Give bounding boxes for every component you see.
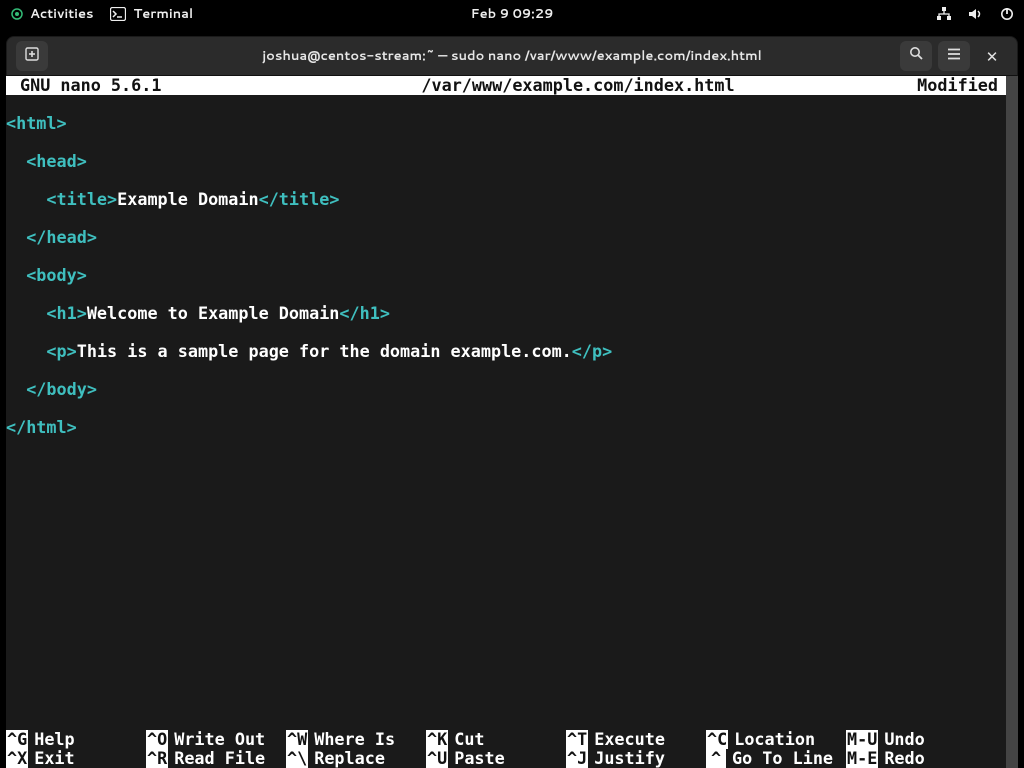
shortcut-label: Redo	[878, 749, 924, 768]
shortcut-label: Execute	[588, 730, 665, 749]
code: </h1>	[339, 303, 390, 323]
clock-label: Feb 9 09:29	[471, 5, 554, 23]
code: </html>	[6, 417, 77, 437]
code: <head>	[6, 151, 87, 171]
shortcut-label: Replace	[308, 749, 385, 768]
nano-shortcut-bar: ^GHelp ^OWrite Out ^WWhere Is ^KCut ^TEx…	[6, 730, 994, 768]
activities-label: Activities	[30, 5, 94, 23]
terminal-icon	[110, 7, 126, 21]
code: <body>	[6, 265, 87, 285]
shortcut-key: ^K	[426, 730, 448, 749]
clock[interactable]: Feb 9 09:29	[471, 5, 554, 23]
volume-icon	[968, 7, 984, 21]
code: <p>	[6, 341, 77, 361]
shortcut-label: Exit	[28, 749, 74, 768]
close-button[interactable]: ✕	[976, 41, 1008, 71]
shortcut-label: Undo	[878, 730, 924, 749]
hamburger-icon	[947, 47, 961, 65]
shortcut-key: ^J	[566, 749, 588, 768]
gnome-top-bar: Activities Terminal Feb 9 09:29	[0, 0, 1024, 28]
shortcut-label: Location	[728, 730, 815, 749]
code: </body>	[6, 379, 97, 399]
menu-button[interactable]	[938, 41, 970, 71]
close-icon: ✕	[986, 46, 999, 67]
nano-editor[interactable]: <html> <head> <title>Example Domain</tit…	[6, 95, 1006, 475]
shortcut-key: ^O	[146, 730, 168, 749]
code: <h1>	[6, 303, 87, 323]
shortcut-key: ^X	[6, 749, 28, 768]
shortcut-label: Write Out	[168, 730, 265, 749]
shortcut-key: ^T	[566, 730, 588, 749]
shortcut-key: ^R	[146, 749, 168, 768]
active-app-indicator[interactable]: Terminal	[110, 5, 194, 23]
network-icon	[936, 7, 952, 21]
shortcut-key: ^G	[6, 730, 28, 749]
system-tray[interactable]	[936, 7, 1014, 21]
shortcut-row-2: ^XExit ^RRead File ^\Replace ^UPaste ^JJ…	[6, 749, 994, 768]
activities-icon	[10, 7, 24, 21]
shortcut-key: ^W	[286, 730, 308, 749]
shortcut-label: Justify	[588, 749, 665, 768]
active-app-label: Terminal	[134, 5, 194, 23]
code: <html>	[6, 113, 67, 133]
shortcut-label: Cut	[448, 730, 484, 749]
shortcut-key: ^C	[706, 730, 728, 749]
power-icon	[1000, 7, 1014, 21]
shortcut-label: Where Is	[308, 730, 395, 749]
terminal-headerbar: joshua@centos-stream:~ — sudo nano /var/…	[6, 36, 1018, 76]
shortcut-label: Help	[28, 730, 74, 749]
shortcut-key: ^	[706, 749, 726, 768]
nano-filepath: /var/www/example.com/index.html	[270, 76, 886, 95]
code: </title>	[259, 189, 340, 209]
shortcut-label: Read File	[168, 749, 265, 768]
new-tab-button[interactable]	[16, 41, 48, 71]
shortcut-key: M-U	[846, 730, 878, 749]
terminal-scrollbar[interactable]	[1006, 76, 1018, 768]
shortcut-label: Paste	[448, 749, 505, 768]
code: <title>	[6, 189, 117, 209]
code: </head>	[6, 227, 97, 247]
nano-version: GNU nano 5.6.1	[10, 76, 270, 95]
search-button[interactable]	[900, 41, 932, 71]
window-title: joshua@centos-stream:~ — sudo nano /var/…	[262, 47, 761, 65]
shortcut-key: ^\	[286, 749, 308, 768]
shortcut-key: M-E	[846, 749, 878, 768]
code: This is a sample page for the domain exa…	[77, 341, 572, 361]
shortcut-row-1: ^GHelp ^OWrite Out ^WWhere Is ^KCut ^TEx…	[6, 730, 994, 749]
search-icon	[909, 46, 924, 66]
new-tab-icon	[24, 46, 40, 67]
shortcut-label: Go To Line	[726, 749, 833, 768]
nano-status: Modified	[886, 76, 1006, 95]
terminal[interactable]: GNU nano 5.6.1 /var/www/example.com/inde…	[6, 76, 1018, 768]
code: Example Domain	[117, 189, 258, 209]
shortcut-key: ^U	[426, 749, 448, 768]
terminal-inner: GNU nano 5.6.1 /var/www/example.com/inde…	[6, 76, 1006, 768]
nano-title-bar: GNU nano 5.6.1 /var/www/example.com/inde…	[6, 76, 1006, 95]
activities-button[interactable]: Activities	[10, 5, 94, 23]
code: Welcome to Example Domain	[87, 303, 340, 323]
code: </p>	[572, 341, 612, 361]
